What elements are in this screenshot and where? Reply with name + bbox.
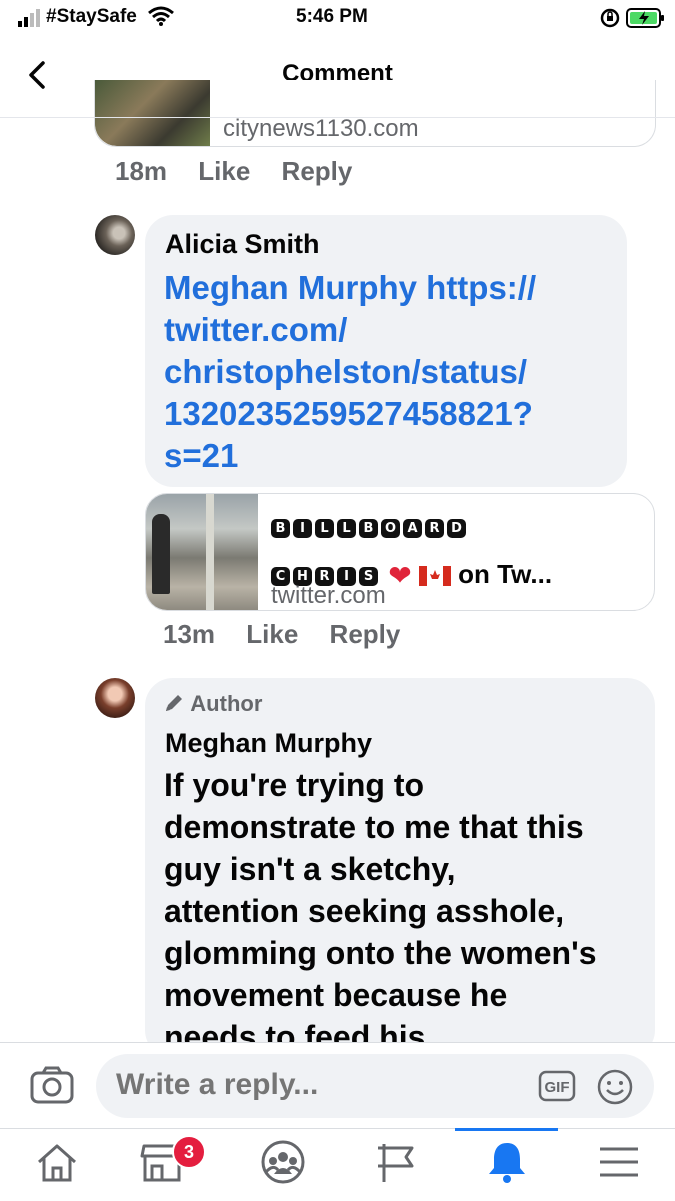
battery-icon [626,8,664,28]
gif-button[interactable]: GIF [538,1070,576,1102]
link-domain: twitter.com [271,582,386,609]
carrier-label: #StaySafe [46,6,137,27]
comment-author[interactable]: Alicia Smith [165,229,320,260]
signal-icon [18,9,40,27]
reply-button[interactable]: Reply [282,156,353,186]
menu-icon[interactable] [595,1140,643,1184]
notification-badge: 3 [172,1135,206,1169]
canada-flag-icon [418,566,451,587]
tab-bar [0,1128,675,1201]
home-icon[interactable] [33,1140,81,1184]
rotation-lock-icon [600,8,620,28]
link-title-suffix: on Tw... [458,559,553,589]
gif-label: GIF [545,1079,570,1096]
clock: 5:46 PM [296,6,368,27]
comment-actions: 13m Like Reply [163,619,424,650]
pages-flag-icon[interactable] [374,1140,422,1184]
reply-input[interactable] [116,1068,516,1102]
gif-icon: GIF [538,1070,576,1102]
link-domain: citynews1130.com [223,115,419,142]
heart-icon: ❤ [388,559,412,593]
title-tiles-row1: BILLBOARD [271,502,552,550]
link-thumbnail [146,494,258,610]
comment-bubble: Alicia Smith Meghan Murphy https:// twit… [145,215,627,487]
comment-author[interactable]: Meghan Murphy [165,728,372,759]
comment-time: 18m [115,156,168,186]
like-button[interactable]: Like [246,619,298,649]
comment-bubble: Author Meghan Murphy If you're trying to… [145,678,655,1058]
groups-icon[interactable] [259,1140,307,1184]
header-divider [0,117,675,118]
wifi-icon [148,6,174,26]
like-button[interactable]: Like [198,156,250,186]
pencil-icon [166,695,182,711]
notifications-bell-icon[interactable] [483,1140,531,1184]
reply-button[interactable]: Reply [330,619,401,649]
link-thumbnail [95,80,210,146]
author-badge: Author [163,691,262,717]
active-tab-indicator [455,1128,558,1131]
status-bar: #StaySafe 5:46 PM [0,0,675,40]
link-preview-card[interactable]: citynews1130.com [94,80,656,147]
camera-icon[interactable] [30,1066,74,1104]
comment-actions: 18m Like Reply [115,156,376,187]
reply-input-box[interactable]: GIF [96,1054,654,1118]
comment-time: 13m [163,619,216,649]
link-preview-card[interactable]: BILLBOARD CHRIS ❤ on Tw... twitter.com [145,493,655,611]
comment-link[interactable]: Meghan Murphy https:// twitter.com/ chri… [164,267,536,477]
comment-text: If you're trying to demonstrate to me th… [164,767,597,1055]
avatar[interactable] [95,678,135,718]
avatar[interactable] [95,215,135,255]
emoji-icon[interactable] [596,1068,634,1106]
